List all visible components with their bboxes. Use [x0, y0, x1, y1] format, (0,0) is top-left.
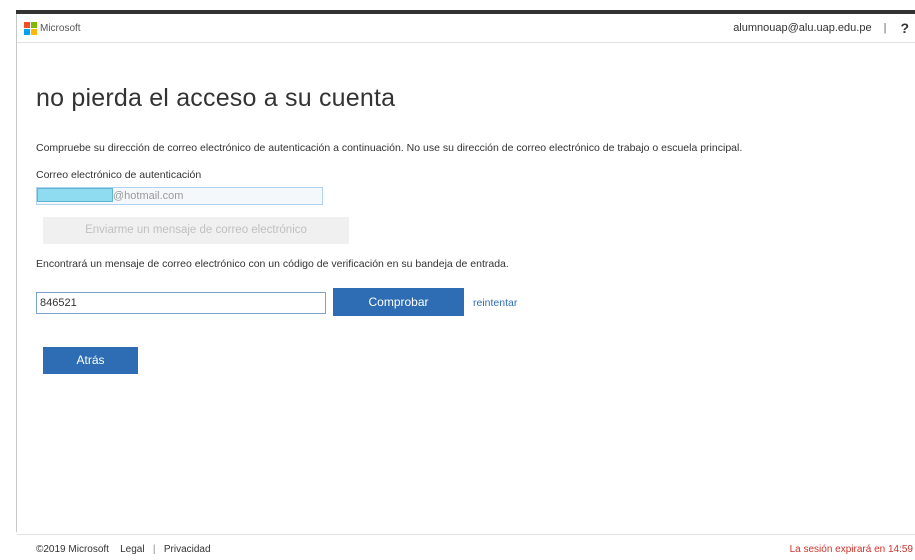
header-separator: | — [883, 22, 887, 34]
copyright-text: ©2019 Microsoft — [36, 544, 109, 555]
auth-email-field: @hotmail.com — [36, 187, 323, 205]
footer: ©2019 Microsoft Legal | Privacidad — [36, 544, 211, 555]
retry-link[interactable]: reintentar — [473, 297, 517, 309]
legal-link[interactable]: Legal — [120, 544, 144, 555]
header-divider — [17, 42, 915, 43]
instructions-text: Compruebe su dirección de correo electró… — [36, 142, 743, 154]
verification-code-input[interactable] — [36, 292, 326, 314]
left-border — [16, 14, 17, 532]
privacy-link[interactable]: Privacidad — [164, 544, 211, 555]
auth-email-label: Correo electrónico de autenticación — [36, 169, 202, 181]
microsoft-logo-icon — [24, 21, 37, 35]
logo-text: Microsoft — [40, 22, 81, 34]
redaction-mark — [37, 188, 113, 202]
account-email[interactable]: alumnouap@alu.uap.edu.pe — [733, 22, 871, 34]
send-email-button: Enviarme un mensaje de correo electrónic… — [43, 217, 349, 244]
session-expiry-notice: La sesión expirará en 14:59 — [789, 544, 913, 555]
page-title: no pierda el acceso a su cuenta — [36, 84, 396, 112]
microsoft-logo: Microsoft — [24, 21, 81, 35]
back-button[interactable]: Atrás — [43, 347, 138, 374]
header: Microsoft alumnouap@alu.uap.edu.pe | ? — [17, 14, 915, 42]
help-icon[interactable]: ? — [900, 20, 909, 36]
verification-info-text: Encontrará un mensaje de correo electrón… — [36, 258, 509, 270]
auth-email-value: @hotmail.com — [113, 190, 184, 202]
verify-button[interactable]: Comprobar — [333, 288, 464, 316]
account-area: alumnouap@alu.uap.edu.pe | ? — [733, 20, 915, 36]
footer-divider — [17, 534, 915, 535]
